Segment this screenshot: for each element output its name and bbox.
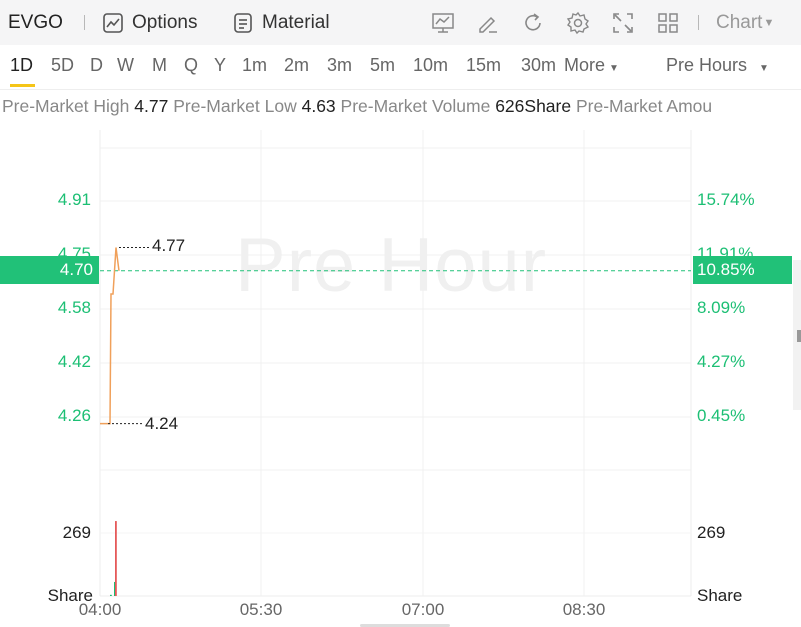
time-axis-label: 04:00 [78,600,122,619]
percent-axis-label-right: 15.74% [697,190,755,209]
price-axis-label-left: 4.42 [57,352,91,371]
volume-bar [110,594,112,596]
volume-bar [115,521,117,596]
volume-unit-label-right: Share [697,586,743,605]
time-axis-label: 07:00 [401,600,445,619]
time-axis-label: 05:30 [239,600,283,619]
price-series-line [100,247,120,425]
volume-axis-label-left: 269 [62,523,91,542]
percent-axis-label-right: 0.45% [697,406,746,425]
side-scroll-handle[interactable] [797,330,801,342]
percent-axis-label-right: 8.09% [697,298,746,317]
high-marker-label: 4.77 [152,236,186,255]
price-axis-label-left: 4.26 [57,406,91,425]
current-percent-tag: 10.85% [693,256,792,284]
time-axis-label: 08:30 [562,600,606,619]
current-price-tag: 4.70 [0,256,99,284]
chart-marks [100,247,691,596]
percent-axis-label-right: 4.27% [697,352,746,371]
price-axis-label-left: 4.58 [57,298,91,317]
intraday-chart[interactable] [0,0,801,627]
volume-axis-label-right: 269 [697,523,726,542]
low-marker-label: 4.24 [145,414,179,433]
price-axis-label-left: 4.91 [57,190,91,209]
chart-grid [99,130,692,597]
